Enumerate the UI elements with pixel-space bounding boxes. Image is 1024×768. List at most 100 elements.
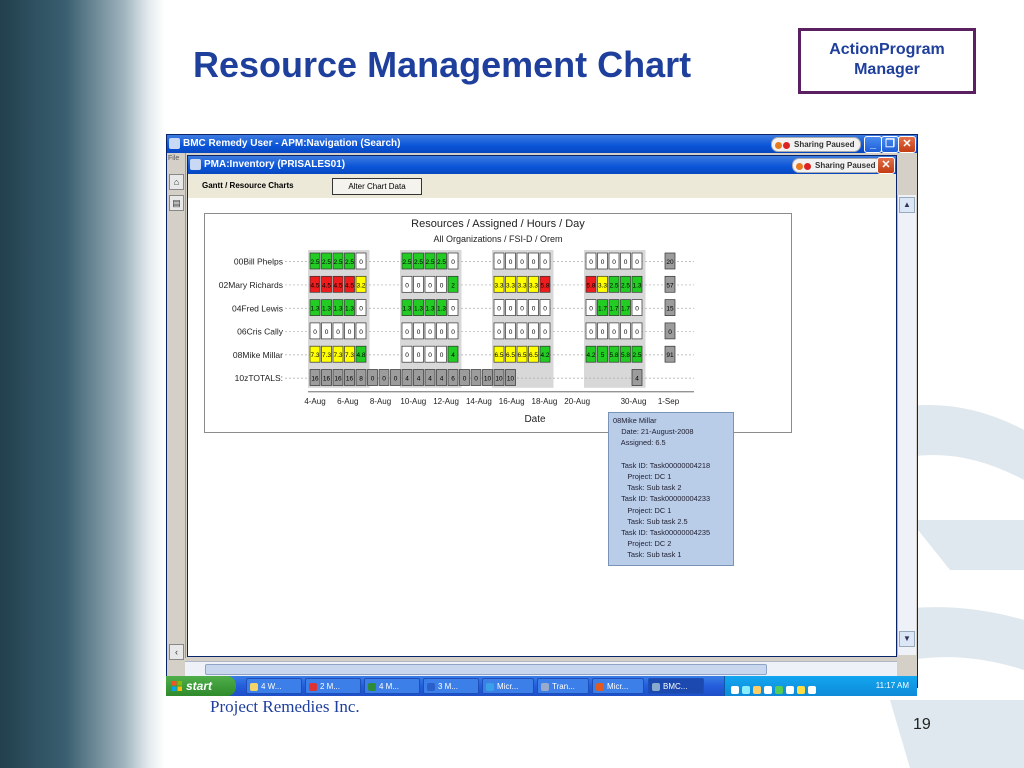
x-tick-label: 10-Aug — [400, 397, 426, 406]
taskbar-item-word[interactable]: 3 M... — [423, 678, 479, 694]
cell-value: 1.3 — [333, 306, 342, 313]
cell-value: 10 — [484, 376, 492, 383]
cell-value: 6.5 — [517, 352, 526, 359]
restore-button[interactable]: ❐ — [881, 136, 899, 153]
sharing-status-inner[interactable]: Sharing Paused — [792, 158, 883, 173]
row-label: 04Fred Lewis — [232, 303, 283, 313]
week-band-3 — [584, 250, 646, 388]
cell-value: 20 — [666, 259, 674, 266]
cell-value: 4 — [635, 376, 639, 383]
cell-value: 4 — [417, 376, 421, 383]
company-name: Project Remedies Inc. — [210, 697, 360, 716]
cell-value: 1.7 — [621, 306, 630, 313]
cell-value: 0 — [371, 376, 375, 383]
scroll-thumb[interactable] — [205, 664, 767, 675]
cell-value: 0 — [509, 259, 513, 266]
cell-value: 0 — [428, 352, 432, 359]
x-axis-title: Date — [524, 414, 546, 425]
cell-value: 0 — [428, 329, 432, 336]
cell-value: 0 — [497, 259, 501, 266]
taskbar-item-mail[interactable]: 2 M... — [305, 678, 361, 694]
taskbar-item-excel[interactable]: 4 M... — [364, 678, 420, 694]
sharing-status[interactable]: Sharing Paused — [771, 137, 862, 152]
x-tick-label: 1-Sep — [658, 397, 680, 406]
row-label: 02Mary Richards — [219, 280, 283, 290]
cell-value: 0 — [520, 306, 524, 313]
x-tick-label: 4-Aug — [304, 397, 325, 406]
minimize-button[interactable]: _ — [864, 136, 882, 153]
scroll-up-icon[interactable]: ▲ — [899, 197, 915, 213]
horizontal-scrollbar[interactable] — [185, 661, 897, 676]
cell-value: 0 — [359, 306, 363, 313]
outer-titlebar[interactable]: BMC Remedy User - APM:Navigation (Search… — [167, 135, 917, 153]
doc-icon[interactable]: ▤ — [169, 195, 184, 211]
x-tick-label: 8-Aug — [370, 397, 391, 406]
cell-value: 1.3 — [414, 306, 423, 313]
slide-title: Resource Management Chart — [193, 44, 692, 85]
cell-value: 16 — [323, 376, 331, 383]
cell-value: 4.8 — [356, 352, 365, 359]
cell-value: 2.5 — [333, 259, 342, 266]
start-button[interactable]: start — [166, 676, 236, 696]
cell-value: 0 — [543, 329, 547, 336]
cell-value: 0 — [635, 259, 639, 266]
taskbar-item-folders[interactable]: 4 W... — [246, 678, 302, 694]
outer-window-title: BMC Remedy User - APM:Navigation (Search… — [183, 138, 401, 149]
cell-value: 0 — [417, 282, 421, 289]
cell-value: 4 — [451, 352, 455, 359]
vertical-scrollbar[interactable]: ▲ ▼ — [897, 195, 916, 655]
cell-value: 0 — [509, 306, 513, 313]
system-tray: 11:17 AM — [724, 676, 917, 696]
cell-value: 3.3 — [494, 282, 503, 289]
home-icon[interactable]: ⌂ — [169, 174, 184, 190]
cell-value: 0 — [440, 352, 444, 359]
inner-close-button[interactable]: ✕ — [877, 157, 895, 174]
cell-value: 0 — [635, 329, 639, 336]
cell-value: 5.8 — [540, 282, 549, 289]
row-label: 08Mike Millar — [233, 350, 283, 360]
cell-value: 0 — [612, 259, 616, 266]
scroll-left-icon[interactable]: ‹ — [169, 644, 184, 660]
alter-chart-data-button[interactable]: Alter Chart Data — [332, 178, 422, 195]
taskbar-item-bmc[interactable]: BMC... — [648, 678, 704, 694]
cell-value: 4.2 — [586, 352, 595, 359]
tab-gantt-resource-charts[interactable]: Gantt / Resource Charts — [202, 181, 294, 190]
cell-value: 0 — [589, 329, 593, 336]
tray-icons[interactable] — [731, 681, 819, 699]
cell-value: 91 — [666, 352, 674, 359]
cell-value: 0 — [440, 329, 444, 336]
cell-value: 3.3 — [517, 282, 526, 289]
taskbar-item-powerpoint[interactable]: Micr... — [592, 678, 644, 694]
cell-value: 1.3 — [437, 306, 446, 313]
taskbar-item-browser[interactable]: Micr... — [482, 678, 534, 694]
cell-value: 4.5 — [333, 282, 342, 289]
cell-value: 6 — [451, 376, 455, 383]
scroll-down-icon[interactable]: ▼ — [899, 631, 915, 647]
cell-value: 0 — [394, 376, 398, 383]
taskbar-item-transfer[interactable]: Tran... — [537, 678, 589, 694]
badge-line-2: Manager — [854, 61, 920, 78]
cell-value: 0 — [428, 282, 432, 289]
cell-value: 0 — [601, 259, 605, 266]
cell-value: 10 — [495, 376, 503, 383]
row-label: 10zTOTALS: — [235, 373, 283, 383]
cell-value: 57 — [666, 282, 674, 289]
cell-value: 0 — [405, 329, 409, 336]
cell-value: 0 — [601, 329, 605, 336]
cell-value: 0 — [417, 329, 421, 336]
close-button[interactable]: ✕ — [898, 136, 916, 153]
cell-value: 2.5 — [345, 259, 354, 266]
cell-value: 2.5 — [414, 259, 423, 266]
cell-value: 4 — [428, 376, 432, 383]
sharing-icon — [775, 140, 791, 149]
cell-value: 3.2 — [356, 282, 365, 289]
cell-value: 0 — [612, 329, 616, 336]
menu-file[interactable]: File — [168, 155, 179, 162]
remedy-window: BMC Remedy User - APM:Navigation (Search… — [166, 134, 918, 688]
inner-titlebar[interactable]: PMA:Inventory (PRISALES01) Sharing Pause… — [188, 156, 896, 174]
cell-value: 0 — [405, 352, 409, 359]
tab-bar: Gantt / Resource Charts Alter Chart Data — [188, 174, 896, 199]
outer-left-strip: File ⌂ ▤ ‹ — [167, 153, 186, 660]
cell-value: 7.3 — [322, 352, 331, 359]
cell-value: 0 — [359, 259, 363, 266]
